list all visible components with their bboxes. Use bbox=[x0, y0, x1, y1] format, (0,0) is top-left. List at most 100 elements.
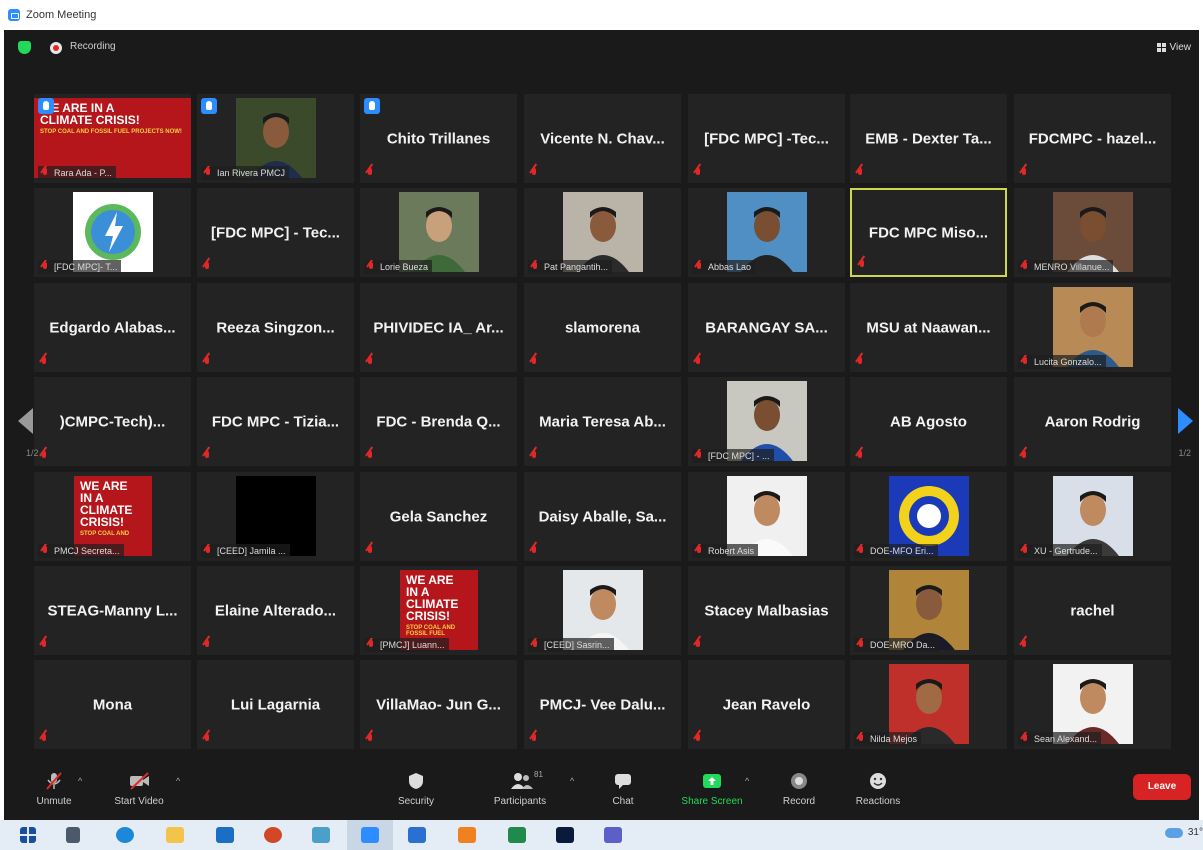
participant-tile[interactable]: Lucita Gonzalo... bbox=[1014, 283, 1171, 372]
participant-tile[interactable]: Lorie Bueza bbox=[360, 188, 517, 277]
participant-tile[interactable]: Vicente N. Chav... bbox=[524, 94, 681, 183]
edge-browser-icon[interactable] bbox=[116, 827, 134, 843]
unmute-button[interactable]: Unmute bbox=[14, 768, 94, 807]
media-player-icon[interactable] bbox=[408, 827, 426, 843]
participant-tile[interactable]: rachel bbox=[1014, 566, 1171, 655]
muted-mic-icon bbox=[1021, 734, 1029, 744]
participant-tile[interactable]: Pat Pangantih... bbox=[524, 188, 681, 277]
participant-tile[interactable]: XU - Gertrude... bbox=[1014, 472, 1171, 561]
task-view-icon[interactable] bbox=[66, 827, 80, 843]
participant-tile[interactable]: Sean Alexand... bbox=[1014, 660, 1171, 749]
participant-tile[interactable]: Ian Rivera PMCJ bbox=[197, 94, 354, 183]
photoshop-icon[interactable] bbox=[556, 827, 574, 843]
participant-tile[interactable]: Edgardo Alabas... bbox=[34, 283, 191, 372]
participant-name: [PMCJ] Luann... bbox=[380, 640, 445, 650]
outlook-icon[interactable] bbox=[216, 827, 234, 843]
participant-tile[interactable]: Daisy Aballe, Sa... bbox=[524, 472, 681, 561]
muted-mic-icon bbox=[695, 262, 703, 272]
share-options-caret-icon[interactable]: ^ bbox=[745, 776, 749, 786]
participant-tile[interactable]: MENRO Villanue... bbox=[1014, 188, 1171, 277]
muted-mic-icon bbox=[530, 357, 538, 367]
muted-mic-icon bbox=[857, 640, 865, 650]
participant-tile[interactable]: DOE-MFO Eri... bbox=[850, 472, 1007, 561]
participant-tile[interactable]: FDCMPC - hazel... bbox=[1014, 94, 1171, 183]
app-icon[interactable] bbox=[312, 827, 330, 843]
participant-name: Edgardo Alabas... bbox=[49, 319, 176, 336]
participant-tile[interactable]: BARANGAY SA... bbox=[688, 283, 845, 372]
participant-tile[interactable]: AB Agosto bbox=[850, 377, 1007, 466]
participant-tile[interactable]: DOE-MRO Da... bbox=[850, 566, 1007, 655]
participant-tile[interactable]: Jean Ravelo bbox=[688, 660, 845, 749]
participant-tile[interactable]: WE ARE IN A CLIMATE CRISIS! STOP COAL AND … bbox=[34, 94, 191, 183]
participant-tile[interactable]: PHIVIDEC IA_ Ar... bbox=[360, 283, 517, 372]
powerpoint-icon[interactable] bbox=[264, 827, 282, 843]
muted-mic-icon bbox=[203, 451, 211, 461]
previous-page-arrow-icon[interactable] bbox=[18, 408, 33, 434]
participants-button[interactable]: 81 Participants bbox=[480, 768, 560, 807]
chat-bubble-icon bbox=[613, 772, 633, 790]
muted-mic-icon bbox=[204, 546, 212, 556]
participant-name: Ian Rivera PMCJ bbox=[217, 168, 286, 178]
participant-tile[interactable]: WE ARE IN A CLIMATE CRISIS! STOP COAL AND PMC… bbox=[34, 472, 191, 561]
participant-tile[interactable]: PMCJ- Vee Dalu... bbox=[524, 660, 681, 749]
share-screen-button[interactable]: Share Screen bbox=[672, 768, 752, 807]
participant-tile[interactable]: WE ARE IN A CLIMATE CRISIS! STOP COAL AND FO… bbox=[360, 566, 517, 655]
muted-mic-icon bbox=[40, 357, 48, 367]
participant-tile[interactable]: EMB - Dexter Ta... bbox=[850, 94, 1007, 183]
participant-tile[interactable]: Reeza Singzon... bbox=[197, 283, 354, 372]
participant-tile[interactable]: [FDC MPC] - Tec... bbox=[197, 188, 354, 277]
zoom-taskbar-icon[interactable] bbox=[361, 827, 379, 843]
start-video-button[interactable]: Start Video bbox=[99, 768, 179, 807]
participant-tile[interactable]: Mona bbox=[34, 660, 191, 749]
participant-tile[interactable]: [CEED] Jamila ... bbox=[197, 472, 354, 561]
participant-tile[interactable]: FDC MPC Miso... bbox=[850, 188, 1007, 277]
participant-tile[interactable]: )CMPC-Tech)... bbox=[34, 377, 191, 466]
vlc-icon[interactable] bbox=[458, 827, 476, 843]
encryption-shield-icon[interactable] bbox=[18, 41, 31, 54]
participants-options-caret-icon[interactable]: ^ bbox=[570, 776, 574, 786]
participant-tile[interactable]: Aaron Rodrig bbox=[1014, 377, 1171, 466]
participant-tile[interactable]: [FDC MPC] -Tec... bbox=[688, 94, 845, 183]
participant-tile[interactable]: slamorena bbox=[524, 283, 681, 372]
participant-tile[interactable]: MSU at Naawan... bbox=[850, 283, 1007, 372]
teams-icon[interactable] bbox=[604, 827, 622, 843]
record-button[interactable]: Record bbox=[759, 768, 839, 807]
participant-tile[interactable]: Gela Sanchez bbox=[360, 472, 517, 561]
participant-tile[interactable]: [FDC MPC] - ... bbox=[688, 377, 845, 466]
participant-tile[interactable]: VillaMao- Jun G... bbox=[360, 660, 517, 749]
participant-name: Elaine Alterado... bbox=[214, 602, 337, 619]
file-explorer-icon[interactable] bbox=[166, 827, 184, 843]
participant-tile[interactable]: Stacey Malbasias bbox=[688, 566, 845, 655]
excel-icon[interactable] bbox=[508, 827, 526, 843]
share-screen-label: Share Screen bbox=[681, 796, 743, 807]
participant-tile[interactable]: FDC MPC - Tizia... bbox=[197, 377, 354, 466]
audio-options-caret-icon[interactable]: ^ bbox=[78, 776, 82, 786]
participant-tile[interactable]: FDC - Brenda Q... bbox=[360, 377, 517, 466]
participant-tile[interactable]: Chito Trillanes bbox=[360, 94, 517, 183]
participant-tile[interactable]: Elaine Alterado... bbox=[197, 566, 354, 655]
next-page-arrow-icon[interactable] bbox=[1178, 408, 1193, 434]
weather-widget[interactable]: 31° bbox=[1164, 827, 1203, 838]
participant-tile[interactable]: STEAG-Manny L... bbox=[34, 566, 191, 655]
muted-mic-icon bbox=[1020, 640, 1028, 650]
participant-tile[interactable]: Robert Asis bbox=[688, 472, 845, 561]
windows-start-icon[interactable] bbox=[20, 827, 36, 843]
reactions-button[interactable]: Reactions bbox=[838, 768, 918, 807]
participant-tile[interactable]: Abbas Lao bbox=[688, 188, 845, 277]
participant-tile[interactable]: Nilda Mejos bbox=[850, 660, 1007, 749]
participant-name: FDCMPC - hazel... bbox=[1028, 130, 1157, 147]
participant-tile[interactable]: [FDC MPC]- T... bbox=[34, 188, 191, 277]
gallery-view-icon bbox=[1156, 42, 1166, 52]
participant-tile[interactable]: Maria Teresa Ab... bbox=[524, 377, 681, 466]
view-button[interactable]: View bbox=[1156, 38, 1191, 56]
video-options-caret-icon[interactable]: ^ bbox=[176, 776, 180, 786]
participant-name: MENRO Villanue... bbox=[1034, 262, 1110, 272]
participant-name: [FDC MPC]- T... bbox=[54, 262, 118, 272]
muted-mic-icon bbox=[203, 640, 211, 650]
leave-button[interactable]: Leave bbox=[1133, 774, 1191, 800]
participant-tile[interactable]: Lui Lagarnia bbox=[197, 660, 354, 749]
participant-tile[interactable]: [CEED] Sasrin... bbox=[524, 566, 681, 655]
participant-name-label: [CEED] Jamila ... bbox=[201, 544, 290, 558]
security-button[interactable]: Security bbox=[376, 768, 456, 807]
chat-button[interactable]: Chat bbox=[583, 768, 663, 807]
